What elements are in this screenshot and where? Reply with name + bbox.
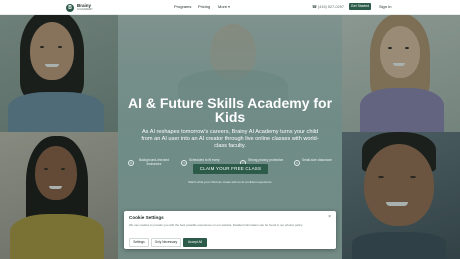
top-navigation: B Brainy AI ACADEMY Programs Pricing Mor… <box>0 0 460 15</box>
logo[interactable]: B Brainy AI ACADEMY <box>66 3 93 12</box>
logo-mark: B <box>66 3 74 12</box>
phone-icon: ☎ <box>312 4 317 9</box>
nav-link-pricing[interactable]: Pricing <box>198 4 210 9</box>
cookie-title: Cookie Settings <box>129 215 164 220</box>
cta-note: Watch what your child can create with an… <box>188 180 272 184</box>
logo-subtitle: AI ACADEMY <box>77 7 93 11</box>
cookie-settings-button[interactable]: Settings <box>129 238 149 247</box>
feature-text: Strong privacy protection <box>248 158 284 162</box>
cookie-text: We use cookies to provide you with the b… <box>129 223 303 227</box>
hero-subtitle: As AI reshapes tomorrow's careers, Brain… <box>141 129 319 149</box>
nav-link-more[interactable]: More▾ <box>218 4 230 9</box>
close-icon[interactable]: × <box>328 214 331 220</box>
feature-text: Small-size classroom <box>302 158 333 162</box>
hero-title: AI & Future Skills Academy for Kids <box>127 95 333 125</box>
users-icon: ● <box>294 160 300 166</box>
logo-text: Brainy AI ACADEMY <box>77 3 93 12</box>
claim-free-class-button[interactable]: CLAIM YOUR FREE CLASS <box>193 164 268 174</box>
clock-icon: ◷ <box>181 160 187 166</box>
cookie-dialog: Cookie Settings × We use cookies to prov… <box>124 211 336 249</box>
nav-link-more-label: More <box>218 4 228 9</box>
chevron-down-icon: ▾ <box>228 5 230 9</box>
sign-in-link[interactable]: Sign In <box>379 4 391 9</box>
get-started-button[interactable]: Get Started <box>349 3 371 10</box>
only-necessary-button[interactable]: Only Necessary <box>151 238 181 247</box>
feature-text: Background-checked instructors <box>139 158 169 166</box>
phone-number: (415) 527-0297 <box>317 4 344 9</box>
graduation-cap-icon: ★ <box>128 160 134 166</box>
feature-text: Scheduled to fit every <box>189 158 220 162</box>
phone-link[interactable]: ☎ (415) 527-0297 <box>312 4 344 9</box>
feature-item-class-size: ● Small-size classroom <box>294 158 338 166</box>
nav-link-programs[interactable]: Programs <box>174 4 191 9</box>
feature-item-instructors: ★ Background-checked instructors <box>128 158 172 167</box>
accept-all-button[interactable]: Accept All <box>183 238 207 247</box>
